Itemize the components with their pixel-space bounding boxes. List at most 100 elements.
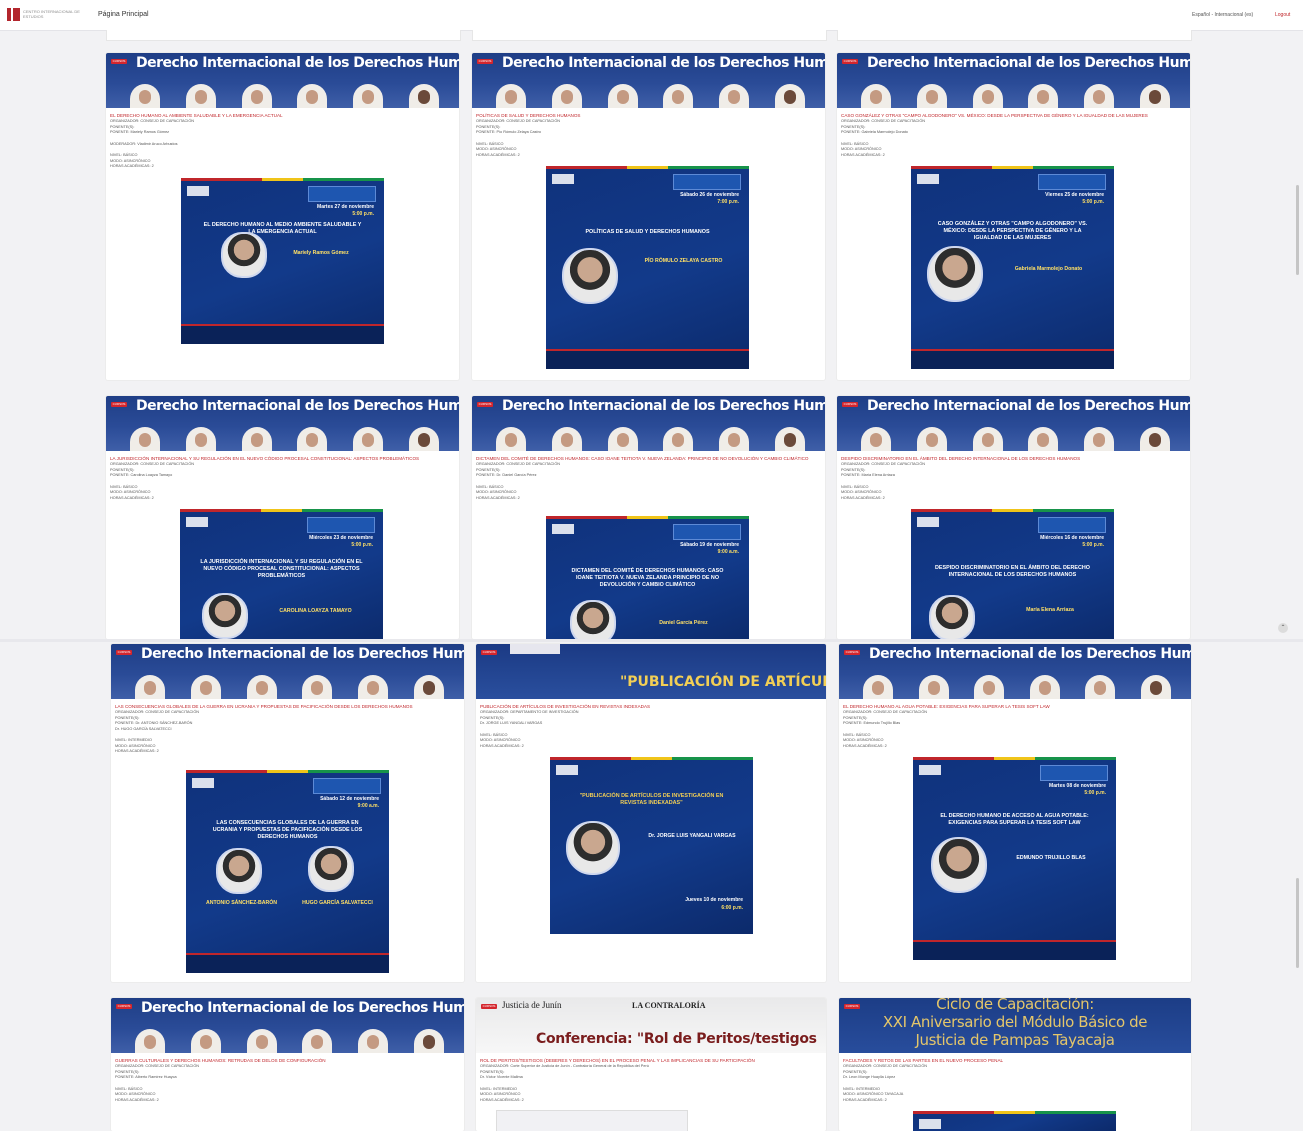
course-info: ROL DE PERITOS/TESTIGOS (DEBERES Y DEREC… [480, 1058, 822, 1103]
speaker-photo [929, 595, 975, 639]
speaker-faces [130, 427, 439, 451]
poster-date: Sábado 12 de noviembre [320, 796, 379, 802]
course-card[interactable]: CURSOS Derecho Internacional de los Dere… [472, 53, 825, 380]
poster-time: 7:00 p.m. [717, 199, 739, 205]
poster-speaker: Daniel García Pérez [659, 620, 708, 626]
home-link[interactable]: Página Principal [98, 11, 149, 18]
course-banner: CURSOS Justicia de Junín LA CONTRALORÍA … [476, 998, 826, 1053]
banner-logo [510, 644, 560, 654]
course-badge: CURSOS [111, 402, 127, 407]
speaker-photo [570, 600, 616, 639]
poster-date: Jueves 10 de noviembre [685, 897, 743, 903]
scrollbar-thumb[interactable] [1296, 878, 1299, 968]
speaker-faces [135, 675, 444, 699]
course-banner: CURSOS Derecho Internacional de los Dere… [837, 53, 1190, 108]
course-banner: CURSOS Derecho Internacional de los Dere… [111, 998, 464, 1053]
course-banner: CURSOS Ciclo de Capacitación: XXI Aniver… [839, 998, 1191, 1053]
speaker-photo [221, 232, 267, 278]
course-card[interactable]: CURSOS Derecho Internacional de los Dere… [837, 396, 1190, 639]
poster-speaker: PÍO RÓMULO ZELAYA CASTRO [644, 258, 723, 264]
course-poster[interactable] [496, 1110, 688, 1131]
speaker-faces [496, 84, 805, 108]
hours: HORAS ACADÉMICAS: 2 [110, 164, 154, 168]
course-info: GUERRAS CULTURALES Y DERECHOS HUMANOS: R… [115, 1058, 460, 1103]
course-info: PUBLICACIÓN DE ARTÍCULOS DE INVESTIGACIÓ… [480, 704, 822, 749]
poster-logo [917, 174, 939, 184]
course-card[interactable]: CURSOS Derecho Internacional de los Dere… [106, 396, 459, 639]
course-info: LA JURISDICCIÓN INTERNACIONAL Y SU REGUL… [110, 456, 455, 501]
logout-link[interactable]: Logout [1275, 12, 1290, 18]
institution-logo[interactable] [7, 8, 20, 21]
course-card[interactable]: CURSOS Justicia de Junín LA CONTRALORÍA … [476, 998, 826, 1131]
poster-title: "PUBLICACIÓN DE ARTÍCULOS DE INVESTIGACI… [579, 793, 724, 806]
course-poster[interactable]: Sábado 12 de noviembre 9:00 a.m. LAS CON… [186, 770, 389, 973]
banner-title: Derecho Internacional de los Derechos Hu… [867, 398, 1190, 414]
poster-logo [552, 174, 574, 184]
course-poster[interactable] [913, 1111, 1116, 1131]
course-banner: CURSOS Derecho Internacional de los Dere… [106, 396, 459, 451]
course-badge: CURSOS [481, 1004, 497, 1009]
course-poster[interactable]: Martes 08 de noviembre 5:00 p.m. EL DERE… [913, 757, 1116, 960]
course-banner: CURSOS Derecho Internacional de los Dere… [837, 396, 1190, 451]
course-info: POLÍTICAS DE SALUD Y DERECHOS HUMANOS OR… [476, 113, 821, 158]
hours: HORAS ACADÉMICAS: 2 [841, 495, 885, 500]
course-poster[interactable]: Sábado 26 de noviembre 7:00 p.m. POLÍTIC… [546, 166, 749, 369]
poster-time: 5:00 p.m. [1082, 542, 1104, 548]
course-card[interactable]: CURSOS Derecho Internacional de los Dere… [839, 644, 1191, 982]
course-badge: CURSOS [842, 402, 858, 407]
poster-speaker: HUGO GARCÍA SALVATECCI [302, 900, 373, 906]
poster-logo [552, 524, 574, 534]
scrollbar-thumb[interactable] [1296, 185, 1299, 275]
speaker-faces [130, 84, 439, 108]
banner-line: XXI Aniversario del Módulo Básico de [882, 1013, 1148, 1031]
course-banner: CURSOS Derecho Internacional de los Dere… [106, 53, 459, 108]
banner-title: Derecho Internacional de los Derechos Hu… [141, 1000, 464, 1016]
course-poster[interactable]: Miércoles 23 de noviembre 5:00 p.m. LA J… [180, 509, 383, 639]
top-navbar: CENTRO INTERNACIONAL DE ESTUDIOS Página … [0, 0, 1303, 31]
speaker-photo [931, 837, 987, 893]
course-card[interactable]: CURSOS Derecho Internacional de los Dere… [106, 53, 459, 380]
hours: HORAS ACADÉMICAS: 2 [476, 495, 520, 500]
poster-date: Viernes 25 de noviembre [1045, 192, 1104, 198]
course-poster[interactable]: Sábado 19 de noviembre 9:00 a.m. DICTAME… [546, 516, 749, 639]
course-info: EL DERECHO HUMANO AL AGUA POTABLE: EXIGE… [843, 704, 1187, 749]
course-poster[interactable]: Viernes 25 de noviembre 5:00 p.m. CASO G… [911, 166, 1114, 369]
card-stub [472, 30, 827, 41]
course-card[interactable]: CURSOS Derecho Internacional de los Dere… [111, 644, 464, 982]
poster-title: DESPIDO DISCRIMINATORIO EN EL ÁMBITO DEL… [935, 565, 1090, 578]
speaker-faces [496, 427, 805, 451]
course-banner: CURSOS Derecho Internacional de los Dere… [472, 53, 825, 108]
course-badge: CURSOS [842, 59, 858, 64]
speaker-faces [861, 84, 1170, 108]
course-badge: CURSOS [116, 1004, 132, 1009]
course-card[interactable]: CURSOS Ciclo de Capacitación: XXI Aniver… [839, 998, 1191, 1131]
poster-logo [919, 1119, 941, 1129]
poster-title: DICTAMEN DEL COMITÉ DE DERECHOS HUMANOS:… [571, 568, 724, 588]
poster-time: 5:00 p.m. [352, 211, 374, 217]
poster-time: 5:00 p.m. [1084, 790, 1106, 796]
course-card[interactable]: CURSOS Derecho Internacional de los Dere… [472, 396, 825, 639]
course-card[interactable]: CURSOS "PUBLICACIÓN DE ARTÍCULOS DE PUBL… [476, 644, 826, 982]
course-info: DICTAMEN DEL COMITÉ DE DERECHOS HUMANOS:… [476, 456, 821, 501]
poster-logo [192, 778, 214, 788]
language-selector[interactable]: Español - Internacional (es) [1192, 12, 1253, 18]
banner-line: Justicia de Pampas Tayacaja [915, 1031, 1115, 1049]
hours: HORAS ACADÉMICAS: 2 [110, 495, 154, 500]
poster-logo [186, 517, 208, 527]
course-poster[interactable]: Miércoles 16 de noviembre 5:00 p.m. DESP… [911, 509, 1114, 639]
poster-speaker: EDMUNDO TRUJILLO BLAS [1016, 855, 1086, 861]
course-badge: CURSOS [477, 59, 493, 64]
poster-time: 6:00 p.m. [721, 905, 743, 911]
course-card[interactable]: CURSOS Derecho Internacional de los Dere… [837, 53, 1190, 380]
speaker-photo [216, 848, 262, 894]
poster-speaker: ANTONIO SÁNCHEZ-BARÓN [205, 900, 278, 906]
course-info: FACULTADES Y RETOS DE LAS PARTES EN EL N… [843, 1058, 1187, 1103]
scroll-top-button[interactable]: ⌃ [1278, 623, 1288, 633]
course-poster[interactable]: Martes 27 de noviembre 5:00 p.m. EL DERE… [181, 178, 384, 344]
speaker-photo [927, 246, 983, 302]
card-stub [106, 30, 461, 41]
course-card[interactable]: CURSOS Derecho Internacional de los Dere… [111, 998, 464, 1131]
poster-date: Miércoles 16 de noviembre [1040, 535, 1104, 541]
course-poster[interactable]: "PUBLICACIÓN DE ARTÍCULOS DE INVESTIGACI… [550, 757, 753, 934]
speaker-faces [861, 427, 1170, 451]
